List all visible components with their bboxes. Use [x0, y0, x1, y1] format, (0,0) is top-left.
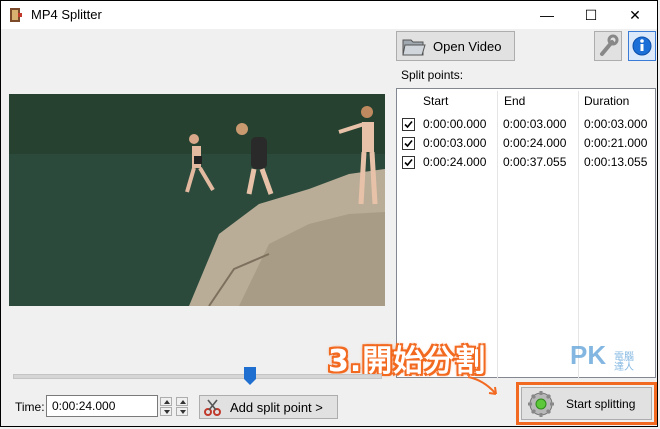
close-button[interactable]: ✕ — [613, 2, 657, 28]
row-checkbox[interactable] — [402, 118, 415, 131]
start-cell: 0:00:00.000 — [423, 117, 487, 131]
info-icon — [632, 36, 652, 56]
info-button[interactable] — [628, 31, 656, 61]
list-item[interactable]: 0:00:00.000 0:00:03.000 0:00:03.000 — [397, 115, 655, 134]
time-spin-up-button-2[interactable] — [176, 397, 188, 406]
video-preview — [9, 94, 385, 306]
watermark-sub: 電腦 達人 — [614, 352, 634, 373]
column-header-duration[interactable]: Duration — [584, 89, 629, 113]
scissors-icon — [204, 399, 221, 416]
list-item[interactable]: 0:00:24.000 0:00:37.055 0:00:13.055 — [397, 153, 655, 172]
row-checkbox[interactable] — [402, 156, 415, 169]
list-item[interactable]: 0:00:03.000 0:00:24.000 0:00:21.000 — [397, 134, 655, 153]
column-header-start[interactable]: Start — [423, 89, 448, 113]
spin-down-icon — [180, 410, 186, 414]
checkmark-icon — [404, 158, 413, 167]
window-title: MP4 Splitter — [31, 7, 102, 22]
time-label: Time: — [15, 400, 45, 414]
watermark-logo: PK — [570, 340, 607, 370]
start-cell: 0:00:03.000 — [423, 136, 487, 150]
time-spin-up-button[interactable] — [160, 397, 172, 406]
open-video-label: Open Video — [433, 39, 502, 54]
wrench-icon — [600, 34, 619, 56]
add-split-point-button[interactable]: Add split point > — [199, 395, 338, 419]
add-split-point-label: Add split point > — [230, 400, 323, 415]
maximize-button[interactable]: ☐ — [569, 2, 613, 28]
end-cell: 0:00:37.055 — [503, 155, 567, 169]
row-checkbox[interactable] — [402, 137, 415, 150]
spin-down-icon — [164, 410, 170, 414]
time-spin-down-button-2[interactable] — [176, 407, 188, 416]
start-cell: 0:00:24.000 — [423, 155, 487, 169]
checkmark-icon — [404, 120, 413, 129]
start-splitting-button[interactable]: Start splitting — [521, 387, 652, 420]
checkmark-icon — [404, 139, 413, 148]
settings-button[interactable] — [594, 31, 622, 61]
time-input[interactable] — [46, 395, 158, 417]
folder-icon — [402, 39, 426, 56]
timeline-slider-thumb[interactable] — [244, 367, 256, 385]
video-frame-image — [9, 94, 385, 306]
duration-cell: 0:00:21.000 — [584, 136, 648, 150]
end-cell: 0:00:24.000 — [503, 136, 567, 150]
column-header-end[interactable]: End — [504, 89, 525, 113]
spin-up-icon — [164, 400, 170, 404]
end-cell: 0:00:03.000 — [503, 117, 567, 131]
timeline-track[interactable] — [13, 374, 382, 379]
title-bar: MP4 Splitter — ☐ ✕ — [1, 1, 657, 29]
app-icon — [10, 8, 22, 22]
gear-icon — [528, 391, 554, 417]
annotation-arrow-icon — [467, 376, 497, 395]
time-spin-down-button[interactable] — [160, 407, 172, 416]
open-video-button[interactable]: Open Video — [396, 31, 515, 61]
split-points-list[interactable]: Start End Duration 0:00:00.000 0:00:03.0… — [396, 88, 656, 379]
split-points-label: Split points: — [401, 68, 464, 82]
duration-cell: 0:00:03.000 — [584, 117, 648, 131]
start-splitting-label: Start splitting — [566, 397, 636, 411]
minimize-button[interactable]: — — [525, 2, 569, 28]
duration-cell: 0:00:13.055 — [584, 155, 648, 169]
spin-up-icon — [180, 400, 186, 404]
